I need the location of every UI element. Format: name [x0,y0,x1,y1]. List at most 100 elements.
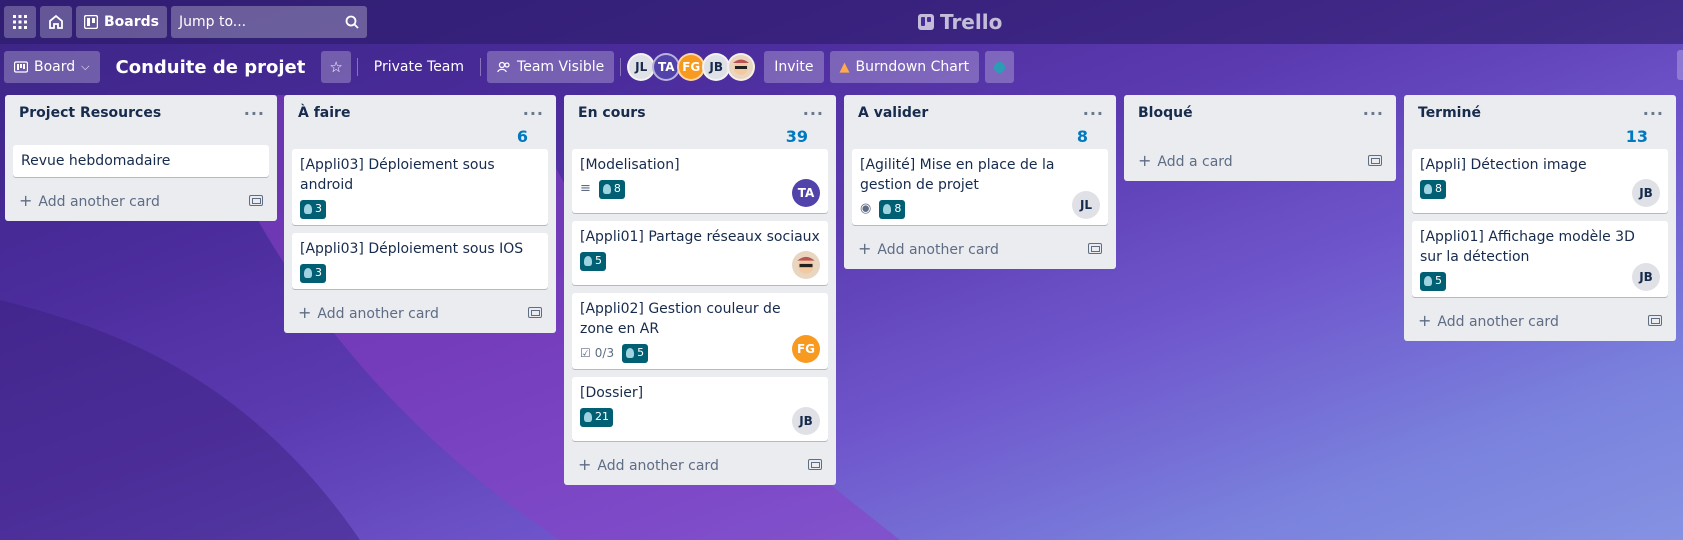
add-card-button[interactable]: + Add another card [1412,305,1668,335]
bulb-icon [304,204,312,214]
board-title[interactable]: Conduite de projet [106,57,316,78]
avatar-picture-icon [797,256,815,274]
burndown-chart-button[interactable]: ▲ Burndown Chart [829,51,980,83]
divider [620,58,622,76]
list-title[interactable]: Bloqué [1138,105,1193,121]
list-header[interactable]: Project Resources ··· [13,95,269,131]
bulb-icon [304,268,312,278]
bulb-icon [584,412,592,422]
add-card-button[interactable]: + Add another card [292,297,548,327]
card-template-icon[interactable] [1368,154,1382,166]
points-value: 5 [1435,274,1442,287]
list-header[interactable]: En cours ··· [572,95,828,131]
card[interactable]: [Appli03] Déploiement sous IOS 3 [292,233,548,289]
board-view-icon [14,61,28,73]
card[interactable]: [Appli] Détection image 8 JB [1412,149,1668,213]
card[interactable]: [Modelisation] ≡ 8 TA [572,149,828,213]
home-button[interactable] [40,6,72,38]
card-template-icon[interactable] [808,458,822,470]
list-menu-icon[interactable]: ··· [1083,104,1104,123]
powerup-button[interactable] [985,51,1015,83]
list-header[interactable]: Terminé ··· [1412,95,1668,131]
app-switcher-button[interactable] [4,6,36,38]
bulb-icon [626,348,635,358]
card-member-avatar[interactable]: JB [792,407,820,435]
list-project-resources: Project Resources ··· Revue hebdomadaire… [5,95,277,221]
points-badge: 21 [580,407,613,427]
avatar[interactable]: FG [677,53,706,81]
list-menu-icon[interactable]: ··· [803,104,824,123]
card[interactable]: [Appli03] Déploiement sous android 3 [292,149,548,225]
bulb-icon [1424,184,1432,194]
boards-button[interactable]: Boards [76,6,167,38]
list-header[interactable]: À faire ··· [292,95,548,131]
list-menu-icon[interactable]: ··· [244,104,265,123]
add-card-button[interactable]: + Add another card [572,449,828,479]
search-input[interactable]: Jump to... [171,6,367,38]
card-template-icon[interactable] [1648,314,1662,326]
list-title[interactable]: À faire [298,105,350,121]
card[interactable]: [Appli02] Gestion couleur de zone en AR … [572,293,828,369]
list-en-cours: En cours ··· 39 [Modelisation] ≡ 8 TA [A… [564,95,836,485]
list-a-valider: A valider ··· 8 [Agilité] Mise en place … [844,95,1116,269]
top-navigation-bar: Boards Jump to... [0,0,1683,44]
card-member-avatar[interactable]: FG [792,335,820,363]
points-count: 6 [516,127,528,146]
list-title[interactable]: A valider [858,105,928,121]
invite-button[interactable]: Invite [764,51,824,83]
add-card-button[interactable]: + Add a card [1132,145,1388,175]
list-header[interactable]: Bloqué ··· [1132,95,1388,131]
plus-icon: + [1418,310,1432,330]
card-template-icon[interactable] [1088,242,1102,254]
card-member-avatar[interactable]: JB [1632,263,1660,291]
star-button[interactable]: ☆ [321,51,351,83]
avatar[interactable] [727,53,756,81]
card[interactable]: Revue hebdomadaire [13,145,269,177]
card[interactable]: [Agilité] Mise en place de la gestion de… [852,149,1108,225]
card-title: [Appli02] Gestion couleur de zone en AR [580,301,781,337]
avatar[interactable]: JL [627,53,656,81]
card-template-icon[interactable] [528,306,542,318]
points-badge: 8 [1420,179,1446,199]
list-title[interactable]: En cours [578,105,646,121]
plus-icon: + [298,302,312,322]
member-avatars: JL TA FG JB [627,53,756,81]
grid-icon [13,15,27,29]
card-member-avatar[interactable]: JB [1632,179,1660,207]
list-termine: Terminé ··· 13 [Appli] Détection image 8… [1404,95,1676,341]
list-menu-icon[interactable]: ··· [523,104,544,123]
add-card-button[interactable]: + Add another card [852,233,1108,263]
points-value: 8 [894,202,902,215]
card-member-avatar[interactable]: TA [792,179,820,207]
card-template-icon[interactable] [249,194,263,206]
visibility-button[interactable]: Team Visible [487,51,615,83]
checklist-value: 0/3 [594,346,615,360]
board-header: Board ⌵ Conduite de projet ☆ Private Tea… [0,50,1683,84]
list-menu-icon[interactable]: ··· [1363,104,1384,123]
avatar[interactable]: TA [652,53,681,81]
team-button[interactable]: Private Team [364,51,474,83]
card[interactable]: [Dossier] 21 JB [572,377,828,441]
plus-icon: + [19,190,33,210]
chevron-down-icon: ⌵ [81,60,90,73]
card[interactable]: [Appli01] Affichage modèle 3D sur la dét… [1412,221,1668,297]
points-badge: 8 [598,179,625,199]
points-value: 5 [595,254,602,267]
card[interactable]: [Appli01] Partage réseaux sociaux 5 [572,221,828,285]
add-card-button[interactable]: + Add another card [13,185,269,215]
plus-icon: + [578,454,592,474]
list-title[interactable]: Project Resources [19,105,161,121]
trello-logo[interactable]: Trello [918,10,1002,34]
list-title[interactable]: Terminé [1418,105,1481,121]
card-member-avatar[interactable]: JL [1072,191,1100,219]
points-value: 8 [1435,182,1442,195]
list-header[interactable]: A valider ··· [852,95,1108,131]
card-member-avatar[interactable] [792,251,820,279]
menu-toggle[interactable] [1677,50,1683,80]
avatar[interactable]: JB [702,53,731,81]
list-menu-icon[interactable]: ··· [1643,104,1664,123]
card-title: [Modelisation] [580,157,680,173]
view-switcher-button[interactable]: Board ⌵ [4,51,100,83]
burndown-label: Burndown Chart [855,59,970,75]
list-bloque: Bloqué ··· + Add a card [1124,95,1396,181]
